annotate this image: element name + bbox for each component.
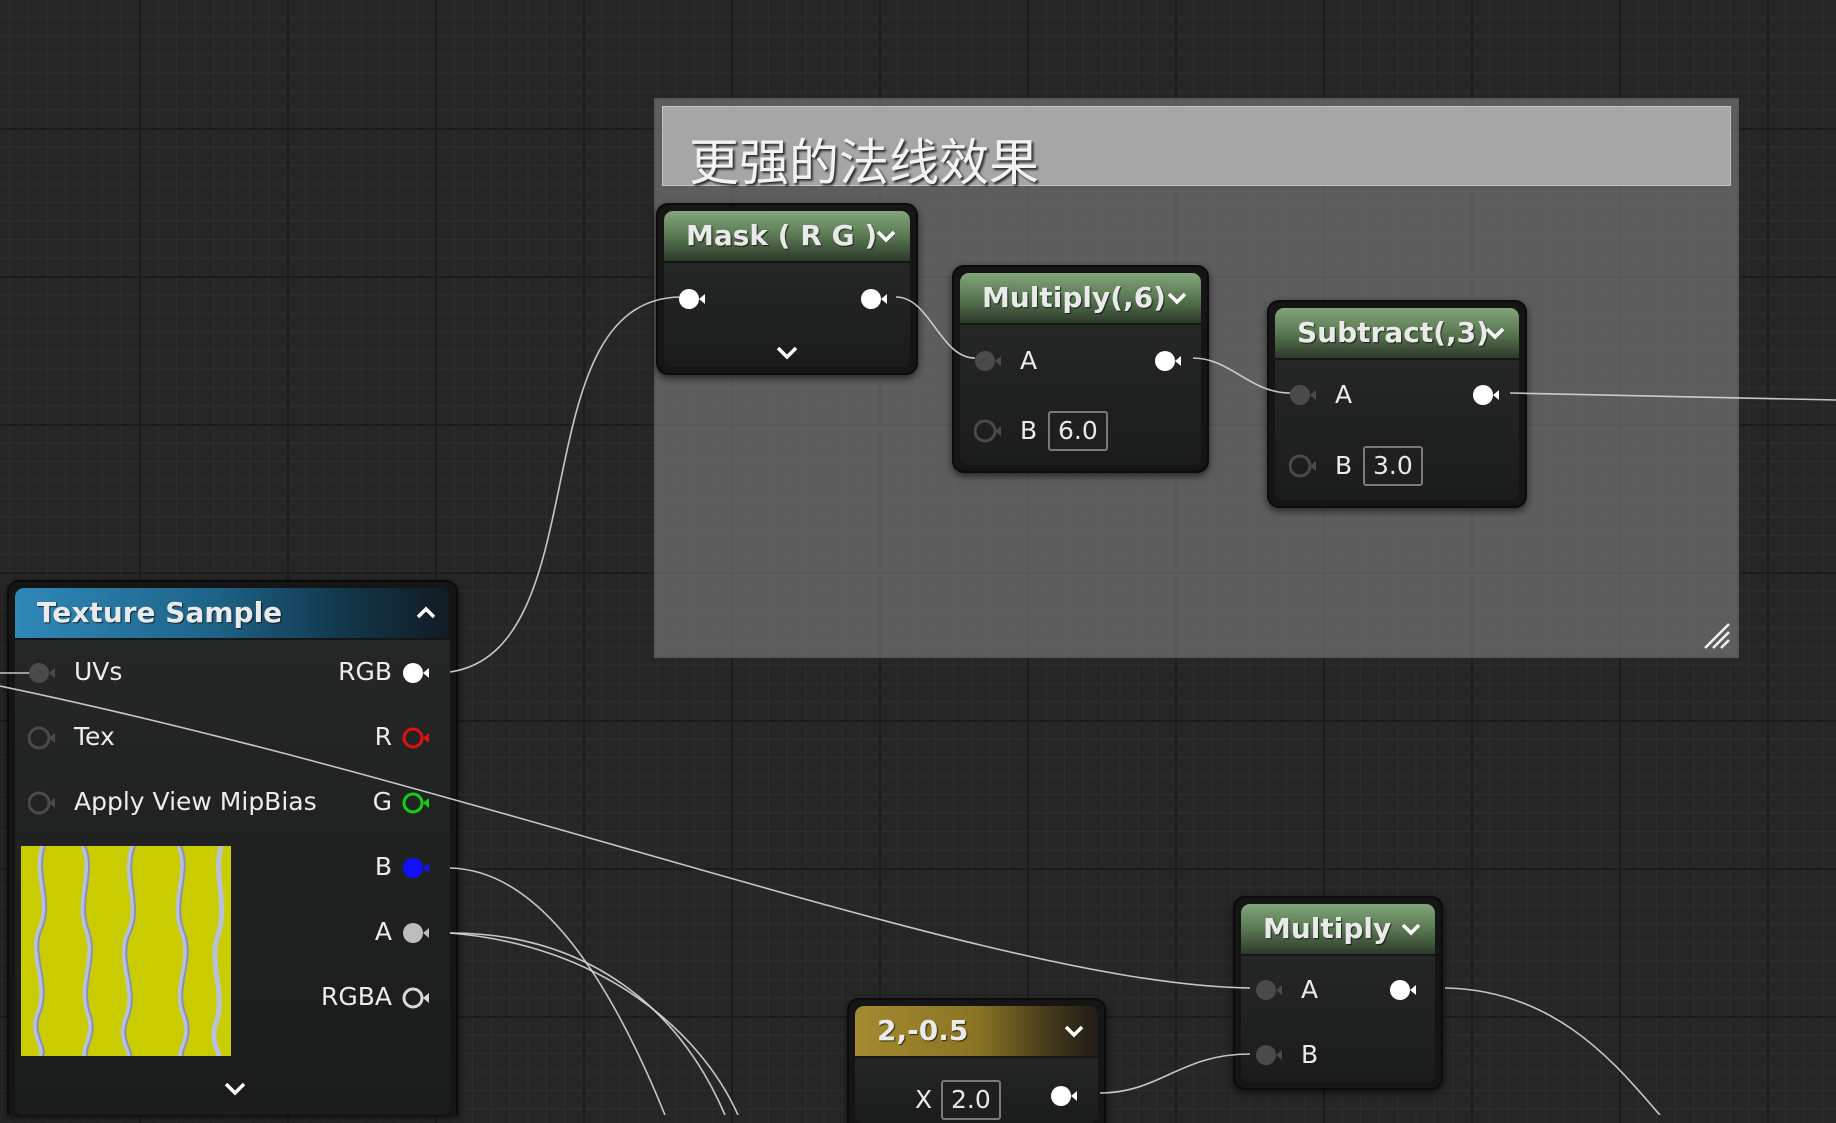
multiply6-b-label: B: [1020, 416, 1038, 445]
subtract3-b-value-input[interactable]: 3.0: [1363, 446, 1423, 486]
uvs-label: UVs: [74, 657, 123, 686]
multiply6-node-header[interactable]: Multiply(,6): [960, 273, 1201, 323]
r-output-pin[interactable]: [402, 726, 430, 750]
wire-a-output-2: [449, 932, 739, 1115]
texture-expand-chevron-icon[interactable]: [221, 1077, 249, 1101]
uvs-input-pin[interactable]: [28, 661, 56, 685]
wire-a-output-1: [449, 932, 726, 1115]
texture-sample-title: Texture Sample: [37, 596, 283, 629]
mask-output-pin[interactable]: [860, 287, 888, 311]
wire-rgb-to-mask: [449, 296, 681, 673]
rgba-output-label: RGBA: [321, 982, 392, 1011]
wire-b-output: [449, 867, 666, 1115]
multiply-a-label: A: [1301, 975, 1319, 1004]
subtract3-b-label: B: [1335, 451, 1353, 480]
multiply-b-input-pin[interactable]: [1255, 1043, 1283, 1067]
subtract3-b-input-pin[interactable]: [1289, 454, 1317, 478]
multiply-a-input-pin[interactable]: [1255, 978, 1283, 1002]
g-output-pin[interactable]: [402, 791, 430, 815]
mask-node-header[interactable]: Mask ( R G ): [664, 211, 910, 261]
rgba-output-pin[interactable]: [402, 986, 430, 1010]
subtract3-node-header[interactable]: Subtract(,3): [1275, 308, 1519, 358]
b-output-pin[interactable]: [402, 856, 430, 880]
r-output-label: R: [374, 722, 392, 751]
chevron-down-icon[interactable]: [1483, 321, 1507, 345]
multiply6-a-label: A: [1020, 346, 1038, 375]
chevron-down-icon[interactable]: [1399, 917, 1423, 941]
chevron-down-icon[interactable]: [1062, 1019, 1086, 1043]
texture-thumbnail: [21, 846, 231, 1056]
wire-constant-to-multiply-b: [1099, 1053, 1251, 1094]
comment-title: 更强的法线效果: [689, 134, 1039, 192]
chevron-up-icon[interactable]: [414, 601, 438, 625]
multiply6-output-pin[interactable]: [1154, 349, 1182, 373]
resize-grip-icon[interactable]: [1701, 620, 1731, 650]
constant2-x-value-input[interactable]: 2.0: [941, 1080, 1001, 1120]
mipbias-input-pin[interactable]: [28, 791, 56, 815]
g-output-label: G: [372, 787, 392, 816]
constant2-node-header[interactable]: 2,-0.5: [855, 1006, 1098, 1056]
tex-label: Tex: [74, 722, 115, 751]
mask-input-pin[interactable]: [678, 287, 706, 311]
texture-sample-header[interactable]: Texture Sample: [15, 588, 450, 638]
b-output-label: B: [374, 852, 392, 881]
constant2-node[interactable]: 2,-0.5 X 2.0: [847, 998, 1106, 1123]
rgb-output-pin[interactable]: [402, 661, 430, 685]
multiply6-a-input-pin[interactable]: [974, 349, 1002, 373]
mask-node[interactable]: Mask ( R G ): [656, 203, 918, 375]
multiply-output-pin[interactable]: [1389, 978, 1417, 1002]
wire-multiply-output: [1444, 987, 1661, 1115]
subtract3-a-label: A: [1335, 380, 1353, 409]
multiply6-node-title: Multiply(,6): [982, 281, 1166, 314]
multiply6-b-value-input[interactable]: 6.0: [1048, 411, 1108, 451]
expand-chevron-icon[interactable]: [773, 341, 801, 365]
chevron-down-icon[interactable]: [1165, 286, 1189, 310]
a-output-pin[interactable]: [402, 921, 430, 945]
multiply-node-title: Multiply: [1263, 912, 1392, 945]
subtract3-node[interactable]: Subtract(,3) A B 3.0: [1267, 300, 1527, 508]
multiply6-node[interactable]: Multiply(,6) A B 6.0: [952, 265, 1209, 473]
mask-node-title: Mask ( R G ): [686, 219, 878, 252]
subtract3-output-pin[interactable]: [1472, 383, 1500, 407]
multiply6-b-input-pin[interactable]: [974, 419, 1002, 443]
subtract3-node-title: Subtract(,3): [1297, 316, 1489, 349]
mipbias-label: Apply View MipBias: [74, 787, 317, 816]
tex-input-pin[interactable]: [28, 726, 56, 750]
rgb-output-label: RGB: [338, 657, 392, 686]
a-output-label: A: [374, 917, 392, 946]
normal-map-preview-image: [21, 846, 231, 1056]
constant2-x-label: X: [915, 1085, 933, 1114]
chevron-down-icon[interactable]: [874, 224, 898, 248]
comment-title-bar[interactable]: 更强的法线效果: [662, 106, 1731, 192]
subtract3-a-input-pin[interactable]: [1289, 383, 1317, 407]
multiply-node-header[interactable]: Multiply: [1241, 904, 1435, 954]
multiply-node[interactable]: Multiply A B: [1233, 896, 1443, 1090]
constant2-node-title: 2,-0.5: [877, 1014, 969, 1047]
multiply-b-label: B: [1301, 1040, 1319, 1069]
constant2-output-pin[interactable]: [1050, 1084, 1078, 1108]
